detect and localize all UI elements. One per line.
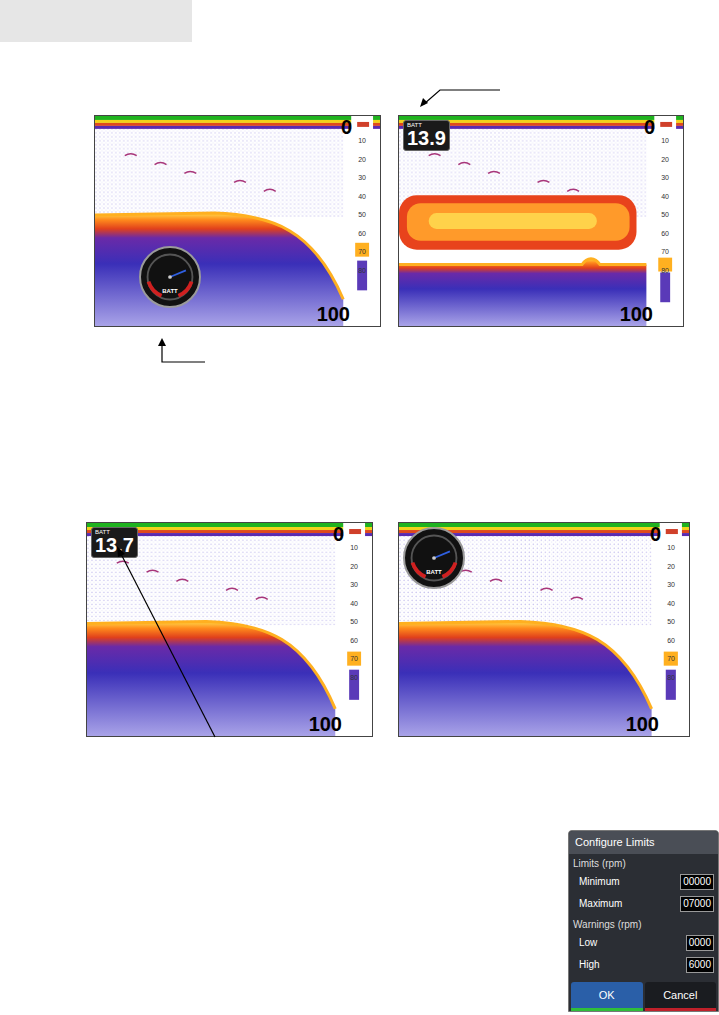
sonar-screen: BATT 0 10 20 30 40 50 60 70 80 100 xyxy=(398,522,690,737)
depth-tick: 70 xyxy=(350,655,358,662)
depth-top: 0 xyxy=(644,117,655,137)
depth-range: 100 xyxy=(309,714,342,734)
depth-tick: 60 xyxy=(661,230,669,237)
dialog-buttons: OKCancel xyxy=(569,982,718,1012)
depth-tick: 50 xyxy=(358,211,366,218)
depth-tick: 50 xyxy=(350,618,358,625)
manual-page: BATT01020304050607080100BATT13.901020304… xyxy=(0,0,719,1015)
dialog-button[interactable]: OK xyxy=(571,982,643,1012)
depth-range: 100 xyxy=(626,714,659,734)
battery-dial-gauge: BATT xyxy=(139,246,201,308)
depth-tick: 30 xyxy=(350,581,358,588)
screens-row: BATT13.7 0 10 20 30 40 50 60 70 80 100 BATT 0 10 20 30 4… xyxy=(0,522,719,737)
depth-tick: 10 xyxy=(350,544,358,551)
dial-icon xyxy=(141,248,199,306)
sonar-screen: BATT 0 10 20 30 40 50 60 70 80 100 xyxy=(94,115,381,327)
field-group: Limits (rpm)Minimum00000Maximum07000 xyxy=(569,854,718,915)
depth-tick: 40 xyxy=(350,600,358,607)
value-input[interactable]: 0000 xyxy=(686,935,714,951)
depth-tick: 70 xyxy=(358,248,366,255)
depth-tick: 10 xyxy=(667,544,675,551)
depth-tick: 80 xyxy=(667,674,675,681)
depth-tick: 70 xyxy=(667,655,675,662)
dial-icon xyxy=(405,529,463,587)
depth-top: 0 xyxy=(341,117,352,137)
value-input[interactable]: 00000 xyxy=(680,874,714,890)
depth-tick: 20 xyxy=(358,156,366,163)
depth-tick: 20 xyxy=(350,563,358,570)
depth-tick: 60 xyxy=(350,637,358,644)
depth-top: 0 xyxy=(333,524,344,544)
depth-tick: 80 xyxy=(661,267,669,274)
battery-dial-gauge: BATT xyxy=(403,527,465,589)
depth-tick: 10 xyxy=(661,137,669,144)
depth-top: 0 xyxy=(650,524,661,544)
annotation-lines xyxy=(0,0,719,1015)
depth-range: 100 xyxy=(620,304,653,324)
depth-tick: 60 xyxy=(667,637,675,644)
limit-field: Minimum00000 xyxy=(573,871,714,893)
limit-field: High6000 xyxy=(573,954,714,976)
depth-tick: 20 xyxy=(661,156,669,163)
depth-tick: 60 xyxy=(358,230,366,237)
sonar-chart xyxy=(95,116,380,326)
battery-digital-gauge: BATT13.7 xyxy=(91,527,138,558)
value-input[interactable]: 07000 xyxy=(680,896,714,912)
value-input[interactable]: 6000 xyxy=(686,957,714,973)
depth-tick: 10 xyxy=(358,137,366,144)
depth-tick: 70 xyxy=(661,248,669,255)
field-group: Warnings (rpm)Low0000High6000 xyxy=(569,915,718,976)
depth-tick: 30 xyxy=(358,174,366,181)
battery-digital-gauge: BATT13.9 xyxy=(403,120,450,151)
limit-field: Low0000 xyxy=(573,932,714,954)
depth-tick: 40 xyxy=(358,193,366,200)
depth-tick: 40 xyxy=(661,193,669,200)
sonar-screen: BATT13.9 0 10 20 30 40 50 60 70 80 100 xyxy=(398,115,684,327)
depth-tick: 20 xyxy=(667,563,675,570)
depth-tick: 40 xyxy=(667,600,675,607)
depth-tick: 30 xyxy=(667,581,675,588)
configure-limits-dialog: Configure LimitsLimits (rpm)Minimum00000… xyxy=(568,830,719,1012)
depth-tick: 50 xyxy=(667,618,675,625)
dialog-title: Configure Limits xyxy=(569,831,718,854)
sonar-screen: BATT13.7 0 10 20 30 40 50 60 70 80 100 xyxy=(86,522,373,737)
section-tab xyxy=(0,0,192,42)
dialog-button[interactable]: Cancel xyxy=(645,982,717,1012)
depth-tick: 30 xyxy=(661,174,669,181)
depth-tick: 80 xyxy=(358,267,366,274)
depth-range: 100 xyxy=(317,304,350,324)
screens-row: BATT 0 10 20 30 40 50 60 70 80 100 BATT13.9 0 10 20 30 4… xyxy=(0,115,719,327)
limit-field: Maximum07000 xyxy=(573,893,714,915)
depth-tick: 80 xyxy=(350,674,358,681)
depth-tick: 50 xyxy=(661,211,669,218)
